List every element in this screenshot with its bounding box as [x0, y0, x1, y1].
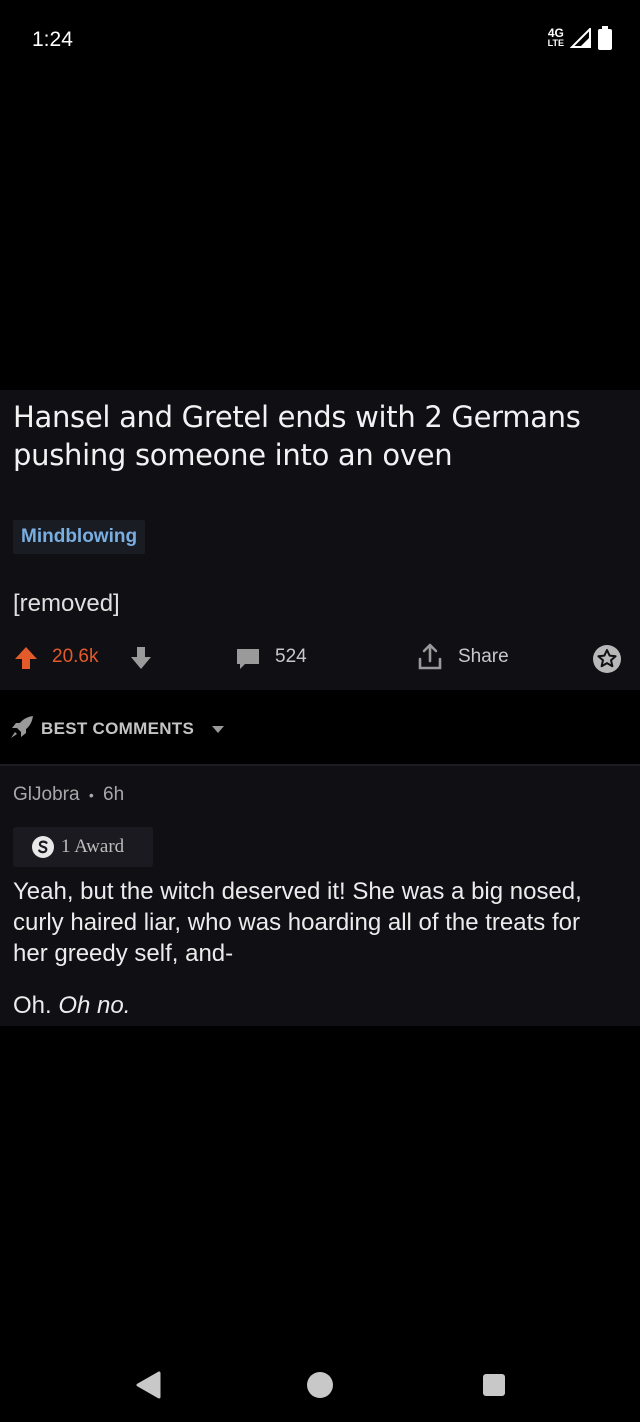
comment-age: 6h	[103, 784, 125, 805]
share-icon[interactable]	[416, 642, 444, 672]
award-badge[interactable]: 1 Award	[13, 827, 153, 867]
comment-body: Yeah, but the witch deserved it! She was…	[13, 878, 582, 967]
back-triangle-icon[interactable]	[134, 1370, 162, 1400]
meta-separator: •	[88, 787, 94, 803]
comment-tail-italic: Oh no.	[58, 992, 131, 1019]
chevron-down-icon[interactable]	[210, 724, 226, 734]
comment-tail: Oh. Oh no.	[13, 992, 130, 1020]
post-body: [removed]	[13, 590, 120, 617]
status-bar: 1:24 4G LTE	[0, 0, 640, 80]
battery-icon	[598, 26, 612, 50]
signal-icon	[570, 28, 591, 48]
home-circle-icon[interactable]	[306, 1371, 334, 1399]
rocket-icon	[11, 716, 33, 738]
post-score: 20.6k	[52, 646, 99, 667]
silver-award-icon	[32, 836, 54, 858]
post-action-row: 20.6k 524 Share	[0, 638, 640, 678]
comment-sort-label[interactable]: BEST COMMENTS	[41, 719, 194, 739]
post-title[interactable]: Hansel and Gretel ends with 2 Germans pu…	[13, 398, 613, 474]
comment-tail-normal: Oh.	[13, 992, 52, 1019]
comment-count[interactable]: 524	[275, 646, 307, 668]
comment-sort-selector[interactable]: BEST COMMENTS	[0, 705, 640, 751]
star-icon[interactable]	[590, 642, 624, 676]
status-icons: 4G LTE	[548, 26, 612, 50]
network-generation-label: 4G	[547, 26, 564, 40]
system-nav-bar	[0, 1350, 640, 1422]
comment-meta: GlJobra • 6h	[13, 784, 124, 806]
award-label: 1 Award	[61, 836, 125, 857]
share-button[interactable]: Share	[458, 646, 509, 668]
post-flair[interactable]: Mindblowing	[13, 520, 146, 554]
comment-bubble-icon[interactable]	[234, 646, 262, 672]
network-lte-label: LTE	[547, 38, 564, 48]
recents-square-icon[interactable]	[482, 1373, 506, 1397]
downvote-arrow-icon[interactable]	[128, 644, 154, 672]
comment-author[interactable]: GlJobra	[13, 784, 80, 805]
upvote-arrow-icon[interactable]	[12, 644, 40, 672]
status-time: 1:24	[32, 28, 73, 51]
network-type-indicator: 4G LTE	[547, 26, 564, 48]
